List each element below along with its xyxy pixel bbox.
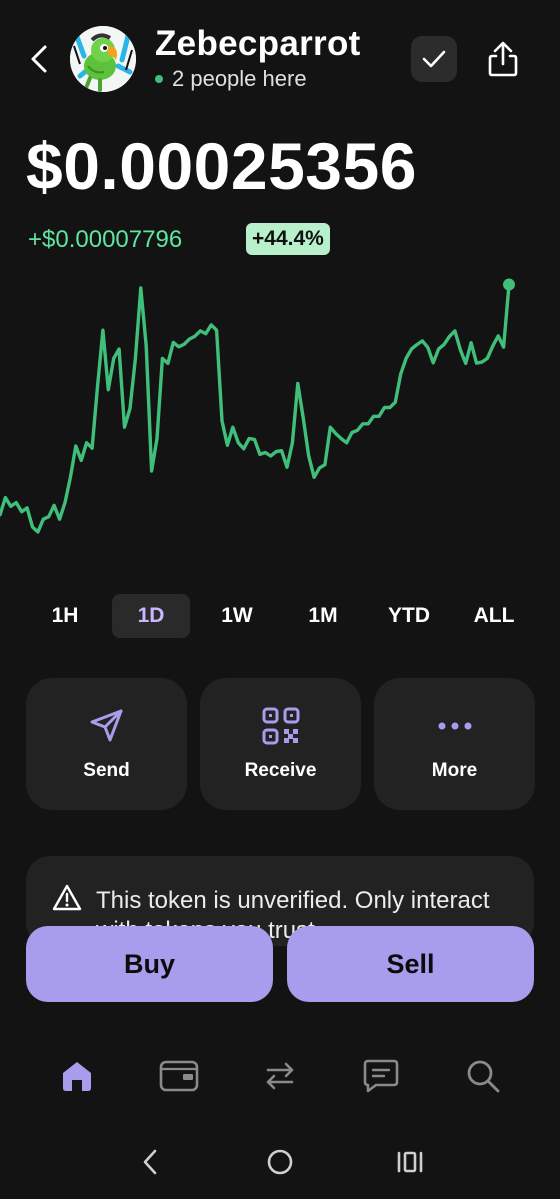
system-home-icon [267, 1149, 293, 1175]
buy-button[interactable]: Buy [26, 926, 273, 1002]
more-label: More [431, 760, 478, 781]
nav-swap[interactable] [258, 1054, 302, 1098]
range-tab-1w[interactable]: 1W [198, 594, 276, 638]
chat-bubble-icon [363, 1059, 399, 1093]
price-change-percent-badge: +44.4% [246, 223, 330, 255]
token-header: Zebecparrot 2 people here [0, 22, 560, 94]
send-button[interactable]: Send [26, 678, 187, 810]
token-name: Zebecparrot [155, 24, 361, 63]
bottom-navigation [0, 1042, 560, 1108]
share-icon [488, 41, 518, 77]
range-tab-all[interactable]: ALL [455, 594, 533, 638]
chevron-left-icon [31, 45, 47, 73]
token-avatar [70, 26, 136, 92]
price-change-amount: +$0.00007796 [28, 226, 183, 253]
more-button[interactable]: More [374, 678, 535, 810]
back-button[interactable] [22, 40, 56, 78]
presence-text: 2 people here [172, 66, 307, 91]
nav-home[interactable] [55, 1054, 99, 1098]
nav-wallet[interactable] [157, 1054, 201, 1098]
range-tab-ytd[interactable]: YTD [370, 594, 448, 638]
parrot-logo [70, 26, 136, 92]
time-range-selector: 1H 1D 1W 1M YTD ALL [0, 594, 560, 640]
range-tab-1d[interactable]: 1D [112, 594, 190, 638]
share-button[interactable] [480, 34, 526, 84]
system-recents-icon [397, 1151, 423, 1173]
warning-triangle-icon [52, 884, 82, 911]
price-line [0, 282, 511, 534]
system-back-icon [143, 1149, 157, 1175]
presence-indicator: 2 people here [155, 66, 307, 92]
swap-arrows-icon [266, 1062, 294, 1090]
checkmark-icon [422, 50, 446, 68]
search-icon [467, 1060, 500, 1093]
more-dots-icon [438, 722, 471, 730]
system-recents-button[interactable] [390, 1144, 430, 1180]
wallet-card-icon [159, 1060, 199, 1092]
online-dot-icon [155, 75, 163, 83]
qr-code-icon [262, 707, 299, 745]
nav-messages[interactable] [359, 1054, 403, 1098]
receive-button[interactable]: Receive [200, 678, 361, 810]
system-back-button[interactable] [130, 1144, 170, 1180]
nav-search[interactable] [461, 1054, 505, 1098]
receive-label: Receive [244, 760, 317, 781]
system-home-button[interactable] [260, 1144, 300, 1180]
current-price-dot [503, 278, 515, 291]
watchlist-check-button[interactable] [411, 36, 457, 82]
send-icon [90, 709, 122, 742]
range-tab-1m[interactable]: 1M [284, 594, 362, 638]
current-price: $0.00025356 [26, 129, 417, 203]
range-tab-1h[interactable]: 1H [26, 594, 104, 638]
price-chart[interactable] [0, 270, 560, 570]
send-label: Send [83, 760, 130, 781]
sell-button[interactable]: Sell [287, 926, 534, 1002]
home-icon [63, 1062, 91, 1091]
system-navigation-bar [0, 1136, 560, 1186]
